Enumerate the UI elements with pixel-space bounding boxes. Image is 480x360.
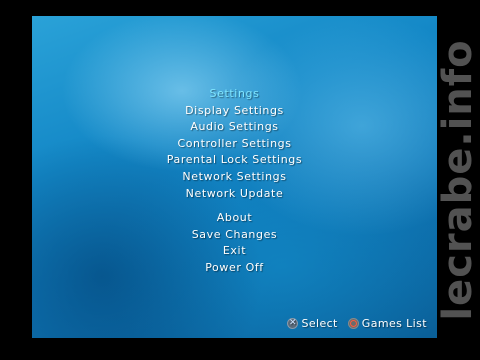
watermark-text: lecrabe.info xyxy=(438,39,478,321)
games-list-hint: Games List xyxy=(347,317,427,330)
menu-separator xyxy=(32,202,437,210)
menu-item-exit[interactable]: Exit xyxy=(32,243,437,260)
menu-item-display-settings[interactable]: Display Settings xyxy=(32,103,437,120)
menu-item-network-update[interactable]: Network Update xyxy=(32,186,437,203)
menu-item-about[interactable]: About xyxy=(32,210,437,227)
settings-menu: Settings Display Settings Audio Settings… xyxy=(32,86,437,277)
menu-item-settings[interactable]: Settings xyxy=(32,86,437,103)
menu-item-power-off[interactable]: Power Off xyxy=(32,260,437,277)
menu-item-controller-settings[interactable]: Controller Settings xyxy=(32,136,437,153)
watermark: lecrabe.info xyxy=(438,0,478,360)
menu-item-save-changes[interactable]: Save Changes xyxy=(32,227,437,244)
cross-icon: ✕ xyxy=(287,318,299,329)
settings-screen: Settings Display Settings Audio Settings… xyxy=(32,16,437,338)
button-hints: ✕ Select Games List xyxy=(287,317,427,330)
menu-item-audio-settings[interactable]: Audio Settings xyxy=(32,119,437,136)
circle-icon xyxy=(347,318,359,329)
select-hint: ✕ Select xyxy=(287,317,337,330)
menu-item-parental-lock-settings[interactable]: Parental Lock Settings xyxy=(32,152,437,169)
menu-item-network-settings[interactable]: Network Settings xyxy=(32,169,437,186)
select-hint-label: Select xyxy=(301,317,338,330)
games-list-hint-label: Games List xyxy=(361,317,427,330)
